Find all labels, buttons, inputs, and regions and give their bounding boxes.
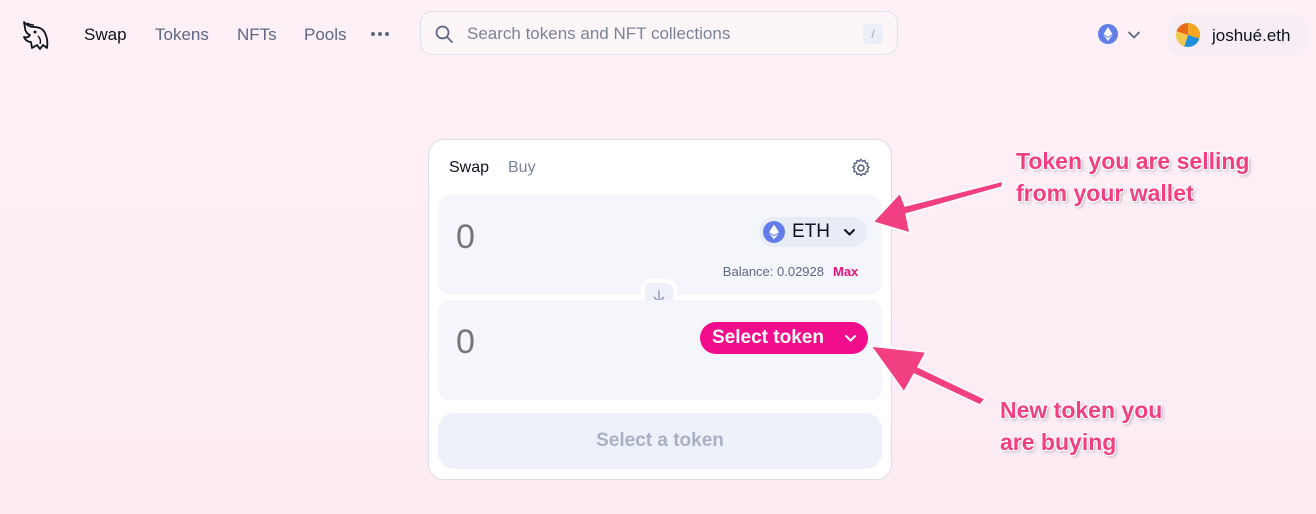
ethereum-icon bbox=[1098, 24, 1118, 44]
avatar bbox=[1176, 23, 1200, 47]
swap-card: Swap Buy ETH Balance: 0.02928 Max bbox=[428, 139, 892, 480]
unicorn-logo-icon[interactable] bbox=[18, 18, 52, 52]
search-shortcut-badge: / bbox=[863, 24, 883, 44]
ethereum-icon bbox=[763, 221, 785, 243]
chevron-down-icon bbox=[845, 335, 856, 342]
max-button[interactable]: Max bbox=[833, 264, 858, 279]
annotation-selling-line1: Token you are selling bbox=[1016, 148, 1250, 174]
chevron-down-icon bbox=[844, 229, 855, 236]
sell-amount-input[interactable] bbox=[454, 217, 688, 258]
tab-buy[interactable]: Buy bbox=[508, 159, 536, 177]
nav-tokens[interactable]: Tokens bbox=[155, 25, 209, 45]
buy-amount-input[interactable] bbox=[454, 322, 688, 363]
nav-nfts[interactable]: NFTs bbox=[237, 25, 277, 45]
search-bar[interactable]: / bbox=[420, 11, 898, 55]
search-icon bbox=[435, 25, 453, 43]
annotation-buying: New token you are buying bbox=[1000, 394, 1162, 458]
buy-token-selector[interactable]: Select token bbox=[700, 322, 868, 354]
account-button[interactable]: joshué.eth bbox=[1168, 14, 1308, 56]
nav-swap[interactable]: Swap bbox=[84, 25, 127, 45]
annotation-buying-line1: New token you bbox=[1000, 397, 1163, 423]
sell-token-selector[interactable]: ETH bbox=[759, 217, 867, 247]
gear-icon[interactable] bbox=[850, 157, 872, 179]
nav-pools[interactable]: Pools bbox=[304, 25, 347, 45]
annotation-arrow-selling bbox=[872, 180, 1004, 234]
sell-token-symbol: ETH bbox=[792, 221, 830, 242]
select-token-label: Select token bbox=[712, 327, 824, 348]
buy-panel: Select token bbox=[438, 300, 882, 400]
annotation-buying-line2: are buying bbox=[1000, 429, 1117, 455]
ellipsis-icon[interactable] bbox=[370, 24, 390, 44]
chevron-down-icon bbox=[1128, 31, 1140, 39]
account-name: joshué.eth bbox=[1212, 26, 1291, 45]
select-a-token-button[interactable]: Select a token bbox=[438, 413, 882, 469]
annotation-selling-line2: from your wallet bbox=[1016, 180, 1194, 206]
tab-swap[interactable]: Swap bbox=[449, 159, 489, 177]
sell-balance: Balance: 0.02928 bbox=[722, 264, 824, 279]
network-selector[interactable] bbox=[1092, 20, 1150, 50]
search-input[interactable] bbox=[465, 20, 849, 48]
annotation-selling: Token you are selling from your wallet bbox=[1016, 145, 1249, 209]
